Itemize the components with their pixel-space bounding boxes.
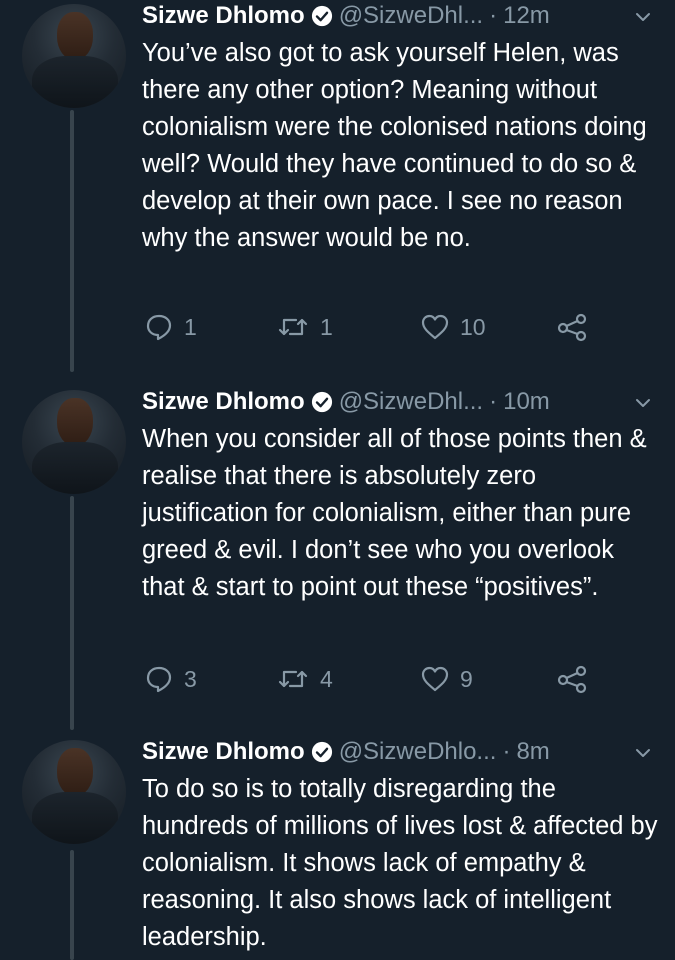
tweet-header: Sizwe Dhlomo @SizweDhl... · 12m bbox=[142, 0, 675, 32]
verified-badge-icon bbox=[311, 5, 333, 27]
retweet-icon bbox=[276, 664, 310, 694]
like-button[interactable]: 9 bbox=[420, 664, 473, 694]
like-count: 10 bbox=[460, 313, 486, 340]
share-icon bbox=[556, 664, 588, 694]
chevron-down-icon[interactable] bbox=[633, 392, 653, 420]
timestamp[interactable]: 12m bbox=[503, 2, 550, 30]
like-button[interactable]: 10 bbox=[420, 312, 486, 342]
tweet-text: To do so is to totally disregarding the … bbox=[142, 775, 658, 951]
retweet-button[interactable]: 1 bbox=[276, 312, 333, 342]
reply-icon bbox=[144, 664, 174, 694]
reply-button[interactable]: 1 bbox=[144, 312, 197, 342]
display-name[interactable]: Sizwe Dhlomo bbox=[142, 2, 305, 30]
retweet-count: 1 bbox=[320, 313, 333, 340]
tweet-text: When you consider all of those points th… bbox=[142, 425, 647, 601]
reply-count: 1 bbox=[184, 313, 197, 340]
retweet-button[interactable]: 4 bbox=[276, 664, 333, 694]
retweet-count: 4 bbox=[320, 665, 333, 692]
chevron-down-icon[interactable] bbox=[633, 742, 653, 770]
heart-icon bbox=[420, 312, 450, 342]
reply-button[interactable]: 3 bbox=[144, 664, 197, 694]
share-icon bbox=[556, 312, 588, 342]
separator-dot: · bbox=[489, 388, 498, 415]
reply-count: 3 bbox=[184, 665, 197, 692]
share-button[interactable] bbox=[556, 312, 588, 342]
tweet-actions: 1 1 10 bbox=[144, 312, 614, 346]
separator-dot: · bbox=[502, 738, 511, 765]
separator-dot: · bbox=[489, 2, 498, 29]
avatar[interactable] bbox=[22, 740, 126, 844]
verified-badge-icon bbox=[311, 391, 333, 413]
heart-icon bbox=[420, 664, 450, 694]
thread-line bbox=[70, 110, 74, 372]
handle[interactable]: @SizweDhlo... bbox=[339, 738, 497, 766]
display-name[interactable]: Sizwe Dhlomo bbox=[142, 738, 305, 766]
tweet-actions: 3 4 9 bbox=[144, 664, 614, 698]
share-button[interactable] bbox=[556, 664, 588, 694]
retweet-icon bbox=[276, 312, 310, 342]
timestamp[interactable]: 8m bbox=[516, 738, 549, 766]
avatar[interactable] bbox=[22, 390, 126, 494]
display-name[interactable]: Sizwe Dhlomo bbox=[142, 388, 305, 416]
verified-badge-icon bbox=[311, 741, 333, 763]
thread-line bbox=[70, 850, 74, 960]
tweet-header: Sizwe Dhlomo @SizweDhlo... · 8m bbox=[142, 736, 675, 768]
like-count: 9 bbox=[460, 665, 473, 692]
chevron-down-icon[interactable] bbox=[633, 6, 653, 34]
handle[interactable]: @SizweDhl... bbox=[339, 388, 483, 416]
tweet-text: You’ve also got to ask yourself Helen, w… bbox=[142, 39, 647, 252]
timestamp[interactable]: 10m bbox=[503, 388, 550, 416]
reply-icon bbox=[144, 312, 174, 342]
thread-line bbox=[70, 496, 74, 730]
tweet-header: Sizwe Dhlomo @SizweDhl... · 10m bbox=[142, 386, 675, 418]
avatar[interactable] bbox=[22, 4, 126, 108]
handle[interactable]: @SizweDhl... bbox=[339, 2, 483, 30]
